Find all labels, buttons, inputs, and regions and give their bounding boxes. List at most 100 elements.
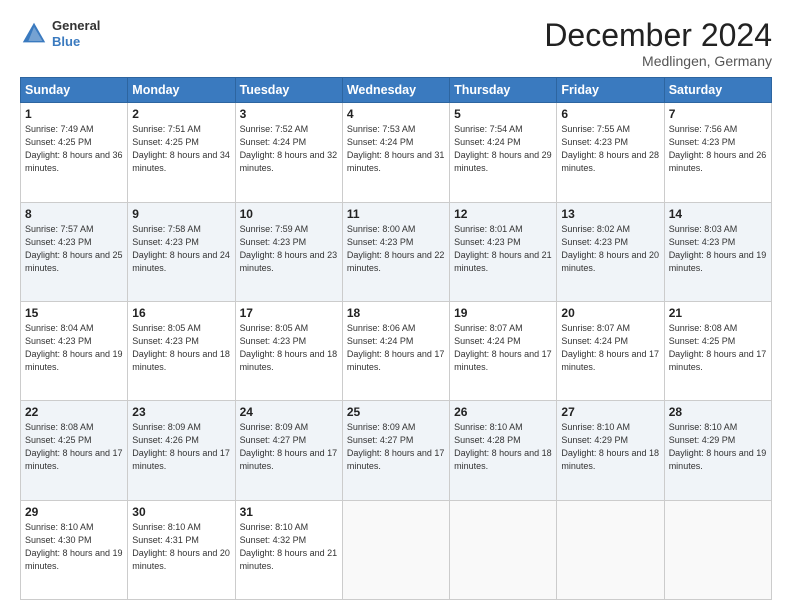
day-cell xyxy=(557,500,664,599)
day-number: 18 xyxy=(347,306,445,320)
week-row-2: 8 Sunrise: 7:57 AM Sunset: 4:23 PM Daylig… xyxy=(21,202,772,301)
day-number: 4 xyxy=(347,107,445,121)
day-cell: 21 Sunrise: 8:08 AM Sunset: 4:25 PM Dayli… xyxy=(664,301,771,400)
title-area: December 2024 Medlingen, Germany xyxy=(544,18,772,69)
day-cell: 20 Sunrise: 8:07 AM Sunset: 4:24 PM Dayli… xyxy=(557,301,664,400)
location: Medlingen, Germany xyxy=(544,53,772,69)
day-info: Sunrise: 8:00 AM Sunset: 4:23 PM Dayligh… xyxy=(347,223,445,275)
day-cell: 4 Sunrise: 7:53 AM Sunset: 4:24 PM Daylig… xyxy=(342,103,449,202)
day-cell: 8 Sunrise: 7:57 AM Sunset: 4:23 PM Daylig… xyxy=(21,202,128,301)
day-cell: 16Sunrise: 8:05 AM Sunset: 4:23 PM Dayli… xyxy=(128,301,235,400)
day-number: 12 xyxy=(454,207,552,221)
header-day-thursday: Thursday xyxy=(450,78,557,103)
day-info: Sunrise: 8:10 AM Sunset: 4:28 PM Dayligh… xyxy=(454,421,552,473)
day-cell: 10 Sunrise: 7:59 AM Sunset: 4:23 PM Dayli… xyxy=(235,202,342,301)
day-number: 28 xyxy=(669,405,767,419)
day-info: Sunrise: 7:57 AM Sunset: 4:23 PM Dayligh… xyxy=(25,223,123,275)
day-info: Sunrise: 7:54 AM Sunset: 4:24 PM Dayligh… xyxy=(454,123,552,175)
day-number: 7 xyxy=(669,107,767,121)
logo: General Blue xyxy=(20,18,100,49)
day-info: Sunrise: 8:04 AM Sunset: 4:23 PM Dayligh… xyxy=(25,322,123,374)
day-number: 14 xyxy=(669,207,767,221)
day-cell: 6 Sunrise: 7:55 AM Sunset: 4:23 PM Daylig… xyxy=(557,103,664,202)
day-number: 24 xyxy=(240,405,338,419)
day-cell: 12 Sunrise: 8:01 AM Sunset: 4:23 PM Dayli… xyxy=(450,202,557,301)
day-info: Sunrise: 7:49 AM Sunset: 4:25 PM Dayligh… xyxy=(25,123,123,175)
day-number: 9 xyxy=(132,207,230,221)
day-info: Sunrise: 8:06 AM Sunset: 4:24 PM Dayligh… xyxy=(347,322,445,374)
day-info: Sunrise: 7:59 AM Sunset: 4:23 PM Dayligh… xyxy=(240,223,338,275)
day-info: Sunrise: 8:09 AM Sunset: 4:27 PM Dayligh… xyxy=(240,421,338,473)
day-cell: 24 Sunrise: 8:09 AM Sunset: 4:27 PM Dayli… xyxy=(235,401,342,500)
day-info: Sunrise: 8:08 AM Sunset: 4:25 PM Dayligh… xyxy=(25,421,123,473)
header-day-friday: Friday xyxy=(557,78,664,103)
day-cell: 15Sunrise: 8:04 AM Sunset: 4:23 PM Dayli… xyxy=(21,301,128,400)
day-info: Sunrise: 8:07 AM Sunset: 4:24 PM Dayligh… xyxy=(561,322,659,374)
day-info: Sunrise: 8:07 AM Sunset: 4:24 PM Dayligh… xyxy=(454,322,552,374)
day-cell: 5 Sunrise: 7:54 AM Sunset: 4:24 PM Daylig… xyxy=(450,103,557,202)
week-row-3: 15Sunrise: 8:04 AM Sunset: 4:23 PM Dayli… xyxy=(21,301,772,400)
day-number: 21 xyxy=(669,306,767,320)
day-number: 19 xyxy=(454,306,552,320)
calendar-body: 1 Sunrise: 7:49 AM Sunset: 4:25 PM Daylig… xyxy=(21,103,772,600)
header-day-tuesday: Tuesday xyxy=(235,78,342,103)
logo-blue: Blue xyxy=(52,34,100,50)
logo-general: General xyxy=(52,18,100,34)
day-number: 10 xyxy=(240,207,338,221)
header-row: SundayMondayTuesdayWednesdayThursdayFrid… xyxy=(21,78,772,103)
day-cell: 27Sunrise: 8:10 AM Sunset: 4:29 PM Dayli… xyxy=(557,401,664,500)
day-number: 23 xyxy=(132,405,230,419)
day-info: Sunrise: 8:10 AM Sunset: 4:30 PM Dayligh… xyxy=(25,521,123,573)
day-info: Sunrise: 8:10 AM Sunset: 4:31 PM Dayligh… xyxy=(132,521,230,573)
day-info: Sunrise: 7:52 AM Sunset: 4:24 PM Dayligh… xyxy=(240,123,338,175)
day-number: 8 xyxy=(25,207,123,221)
day-cell: 25 Sunrise: 8:09 AM Sunset: 4:27 PM Dayli… xyxy=(342,401,449,500)
day-cell: 2Sunrise: 7:51 AM Sunset: 4:25 PM Daylig… xyxy=(128,103,235,202)
day-number: 17 xyxy=(240,306,338,320)
day-cell xyxy=(450,500,557,599)
day-number: 3 xyxy=(240,107,338,121)
day-cell xyxy=(664,500,771,599)
day-info: Sunrise: 8:05 AM Sunset: 4:23 PM Dayligh… xyxy=(240,322,338,374)
day-cell xyxy=(342,500,449,599)
day-info: Sunrise: 8:10 AM Sunset: 4:32 PM Dayligh… xyxy=(240,521,338,573)
header-day-wednesday: Wednesday xyxy=(342,78,449,103)
day-cell: 3 Sunrise: 7:52 AM Sunset: 4:24 PM Daylig… xyxy=(235,103,342,202)
header-day-monday: Monday xyxy=(128,78,235,103)
day-number: 13 xyxy=(561,207,659,221)
day-info: Sunrise: 7:56 AM Sunset: 4:23 PM Dayligh… xyxy=(669,123,767,175)
week-row-5: 29Sunrise: 8:10 AM Sunset: 4:30 PM Dayli… xyxy=(21,500,772,599)
day-cell: 1 Sunrise: 7:49 AM Sunset: 4:25 PM Daylig… xyxy=(21,103,128,202)
day-cell: 13Sunrise: 8:02 AM Sunset: 4:23 PM Dayli… xyxy=(557,202,664,301)
day-cell: 17 Sunrise: 8:05 AM Sunset: 4:23 PM Dayli… xyxy=(235,301,342,400)
day-info: Sunrise: 7:53 AM Sunset: 4:24 PM Dayligh… xyxy=(347,123,445,175)
day-number: 5 xyxy=(454,107,552,121)
day-number: 11 xyxy=(347,207,445,221)
header-day-sunday: Sunday xyxy=(21,78,128,103)
day-number: 22 xyxy=(25,405,123,419)
day-cell: 23 Sunrise: 8:09 AM Sunset: 4:26 PM Dayli… xyxy=(128,401,235,500)
week-row-1: 1 Sunrise: 7:49 AM Sunset: 4:25 PM Daylig… xyxy=(21,103,772,202)
day-info: Sunrise: 7:55 AM Sunset: 4:23 PM Dayligh… xyxy=(561,123,659,175)
logo-icon xyxy=(20,20,48,48)
day-number: 20 xyxy=(561,306,659,320)
day-info: Sunrise: 8:03 AM Sunset: 4:23 PM Dayligh… xyxy=(669,223,767,275)
day-info: Sunrise: 8:08 AM Sunset: 4:25 PM Dayligh… xyxy=(669,322,767,374)
day-cell: 28Sunrise: 8:10 AM Sunset: 4:29 PM Dayli… xyxy=(664,401,771,500)
day-number: 31 xyxy=(240,505,338,519)
day-info: Sunrise: 8:10 AM Sunset: 4:29 PM Dayligh… xyxy=(561,421,659,473)
day-number: 6 xyxy=(561,107,659,121)
day-info: Sunrise: 8:09 AM Sunset: 4:26 PM Dayligh… xyxy=(132,421,230,473)
day-info: Sunrise: 7:51 AM Sunset: 4:25 PM Dayligh… xyxy=(132,123,230,175)
calendar-header: SundayMondayTuesdayWednesdayThursdayFrid… xyxy=(21,78,772,103)
header: General Blue December 2024 Medlingen, Ge… xyxy=(20,18,772,69)
day-number: 1 xyxy=(25,107,123,121)
day-info: Sunrise: 8:05 AM Sunset: 4:23 PM Dayligh… xyxy=(132,322,230,374)
day-info: Sunrise: 8:09 AM Sunset: 4:27 PM Dayligh… xyxy=(347,421,445,473)
day-number: 25 xyxy=(347,405,445,419)
header-day-saturday: Saturday xyxy=(664,78,771,103)
page: General Blue December 2024 Medlingen, Ge… xyxy=(0,0,792,612)
day-cell: 9Sunrise: 7:58 AM Sunset: 4:23 PM Daylig… xyxy=(128,202,235,301)
calendar: SundayMondayTuesdayWednesdayThursdayFrid… xyxy=(20,77,772,600)
day-info: Sunrise: 8:01 AM Sunset: 4:23 PM Dayligh… xyxy=(454,223,552,275)
